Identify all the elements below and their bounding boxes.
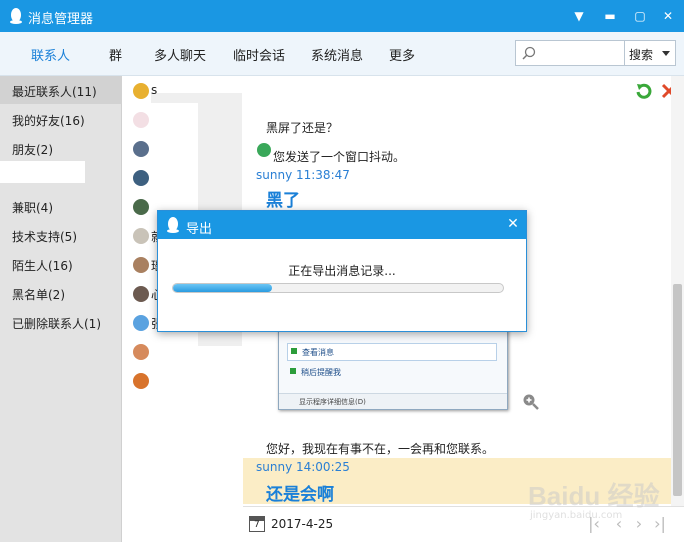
watermark: Baidu 经验 jingyan.baidu.com bbox=[528, 470, 678, 530]
avatar bbox=[133, 344, 149, 360]
tab-contacts[interactable]: 联系人 bbox=[31, 45, 70, 64]
avatar bbox=[133, 286, 149, 302]
avatar bbox=[133, 83, 149, 99]
renaming-field[interactable] bbox=[0, 161, 85, 183]
sidebar-item-friends[interactable]: 我的好友(16) bbox=[0, 105, 122, 133]
export-progress-bar bbox=[172, 283, 504, 293]
dialog-header: 导出 ✕ bbox=[158, 211, 526, 239]
check-icon bbox=[257, 143, 271, 157]
close-button[interactable]: ✕ bbox=[658, 6, 678, 26]
list-item[interactable] bbox=[123, 366, 242, 395]
sidebar-item-blacklist[interactable]: 黑名单(2) bbox=[0, 279, 122, 307]
thumb-row: 查看消息 bbox=[287, 343, 497, 361]
search-button[interactable]: 搜索 bbox=[624, 40, 676, 66]
shake-notice: 您发送了一个窗口抖动。 bbox=[273, 150, 406, 164]
search-input[interactable] bbox=[540, 43, 620, 63]
message-text-large: 黑了 bbox=[266, 191, 300, 211]
sidebar-item-strangers[interactable]: 陌生人(16) bbox=[0, 250, 122, 278]
message-text: 黑屏了还是？ bbox=[266, 121, 339, 135]
watermark-url: jingyan.baidu.com bbox=[530, 510, 623, 521]
avatar bbox=[133, 141, 149, 157]
sidebar-item-deleted[interactable]: 已删除联系人(1) bbox=[0, 308, 122, 336]
sidebar-item-parttime[interactable]: 兼职(4) bbox=[0, 192, 122, 220]
qq-penguin-icon bbox=[167, 217, 179, 233]
list-item[interactable]: s bbox=[123, 76, 242, 105]
list-item[interactable] bbox=[123, 163, 242, 192]
tab-more[interactable]: 更多 bbox=[389, 45, 415, 64]
sidebar-item-pals[interactable]: 朋友(2) bbox=[0, 134, 122, 162]
avatar bbox=[133, 315, 149, 331]
thumb-row-label: 查看消息 bbox=[302, 348, 334, 357]
contact-name: s bbox=[151, 83, 158, 97]
sidebar-item-recent[interactable]: 最近联系人(11) bbox=[0, 76, 122, 104]
export-status-text: 正在导出消息记录... bbox=[288, 264, 396, 278]
tab-bar: 联系人 群 多人聊天 临时会话 系统消息 更多 搜索 bbox=[0, 32, 684, 76]
thumb-row: 稍后提醒我 bbox=[287, 364, 497, 382]
title-bar: 消息管理器 ▼ ▬ ▢ ✕ bbox=[0, 0, 684, 32]
calendar-number: 7 bbox=[254, 520, 260, 530]
watermark-logo: Baidu 经验 bbox=[528, 481, 660, 511]
window-title: 消息管理器 bbox=[28, 12, 94, 27]
list-item[interactable] bbox=[123, 337, 242, 366]
arrow-icon bbox=[290, 368, 296, 374]
scrollbar[interactable] bbox=[671, 76, 684, 506]
arrow-icon bbox=[291, 348, 297, 354]
menu-dropdown-button[interactable]: ▼ bbox=[569, 6, 589, 26]
message-sender: sunny 14:00:25 bbox=[256, 460, 350, 474]
minimize-button[interactable]: ▬ bbox=[600, 6, 620, 26]
tab-temp-session[interactable]: 临时会话 bbox=[233, 45, 285, 64]
current-date: 2017-4-25 bbox=[271, 517, 334, 531]
contact-groups-sidebar: 最近联系人(11) 我的好友(16) 朋友(2) 兼职(4) 技术支持(5) 陌… bbox=[0, 76, 122, 542]
message-text-large: 还是会啊 bbox=[266, 485, 334, 505]
dialog-title: 导出 bbox=[186, 222, 213, 237]
avatar bbox=[133, 170, 149, 186]
qq-penguin-icon bbox=[10, 8, 22, 24]
tab-multi-chat[interactable]: 多人聊天 bbox=[154, 45, 206, 64]
thumb-footer: 显示程序详细信息(D) bbox=[279, 393, 507, 409]
auto-reply-text: 您好，我现在有事不在，一会再和您联系。 bbox=[266, 442, 495, 456]
avatar bbox=[133, 199, 149, 215]
message-sender: sunny 11:38:47 bbox=[256, 168, 350, 182]
avatar bbox=[133, 373, 149, 389]
chevron-down-icon bbox=[662, 51, 670, 56]
zoom-in-icon[interactable] bbox=[522, 393, 540, 411]
list-item[interactable] bbox=[123, 134, 242, 163]
maximize-button[interactable]: ▢ bbox=[630, 6, 650, 26]
tab-system-messages[interactable]: 系统消息 bbox=[311, 45, 363, 64]
avatar bbox=[133, 228, 149, 244]
thumb-row-label: 稍后提醒我 bbox=[301, 368, 341, 377]
refresh-icon[interactable] bbox=[635, 82, 653, 100]
calendar-icon[interactable]: 7 bbox=[249, 516, 265, 532]
avatar bbox=[133, 112, 149, 128]
search-icon bbox=[522, 46, 536, 60]
search-box[interactable] bbox=[515, 40, 625, 66]
export-dialog: 导出 ✕ 正在导出消息记录... bbox=[157, 210, 527, 332]
sidebar-item-tech-support[interactable]: 技术支持(5) bbox=[0, 221, 122, 249]
tab-groups[interactable]: 群 bbox=[109, 45, 122, 64]
scrollbar-thumb[interactable] bbox=[673, 284, 682, 496]
list-item[interactable] bbox=[123, 105, 242, 134]
avatar bbox=[133, 257, 149, 273]
dialog-close-button[interactable]: ✕ bbox=[506, 217, 520, 231]
progress-fill bbox=[173, 284, 272, 292]
search-button-label: 搜索 bbox=[629, 48, 654, 62]
